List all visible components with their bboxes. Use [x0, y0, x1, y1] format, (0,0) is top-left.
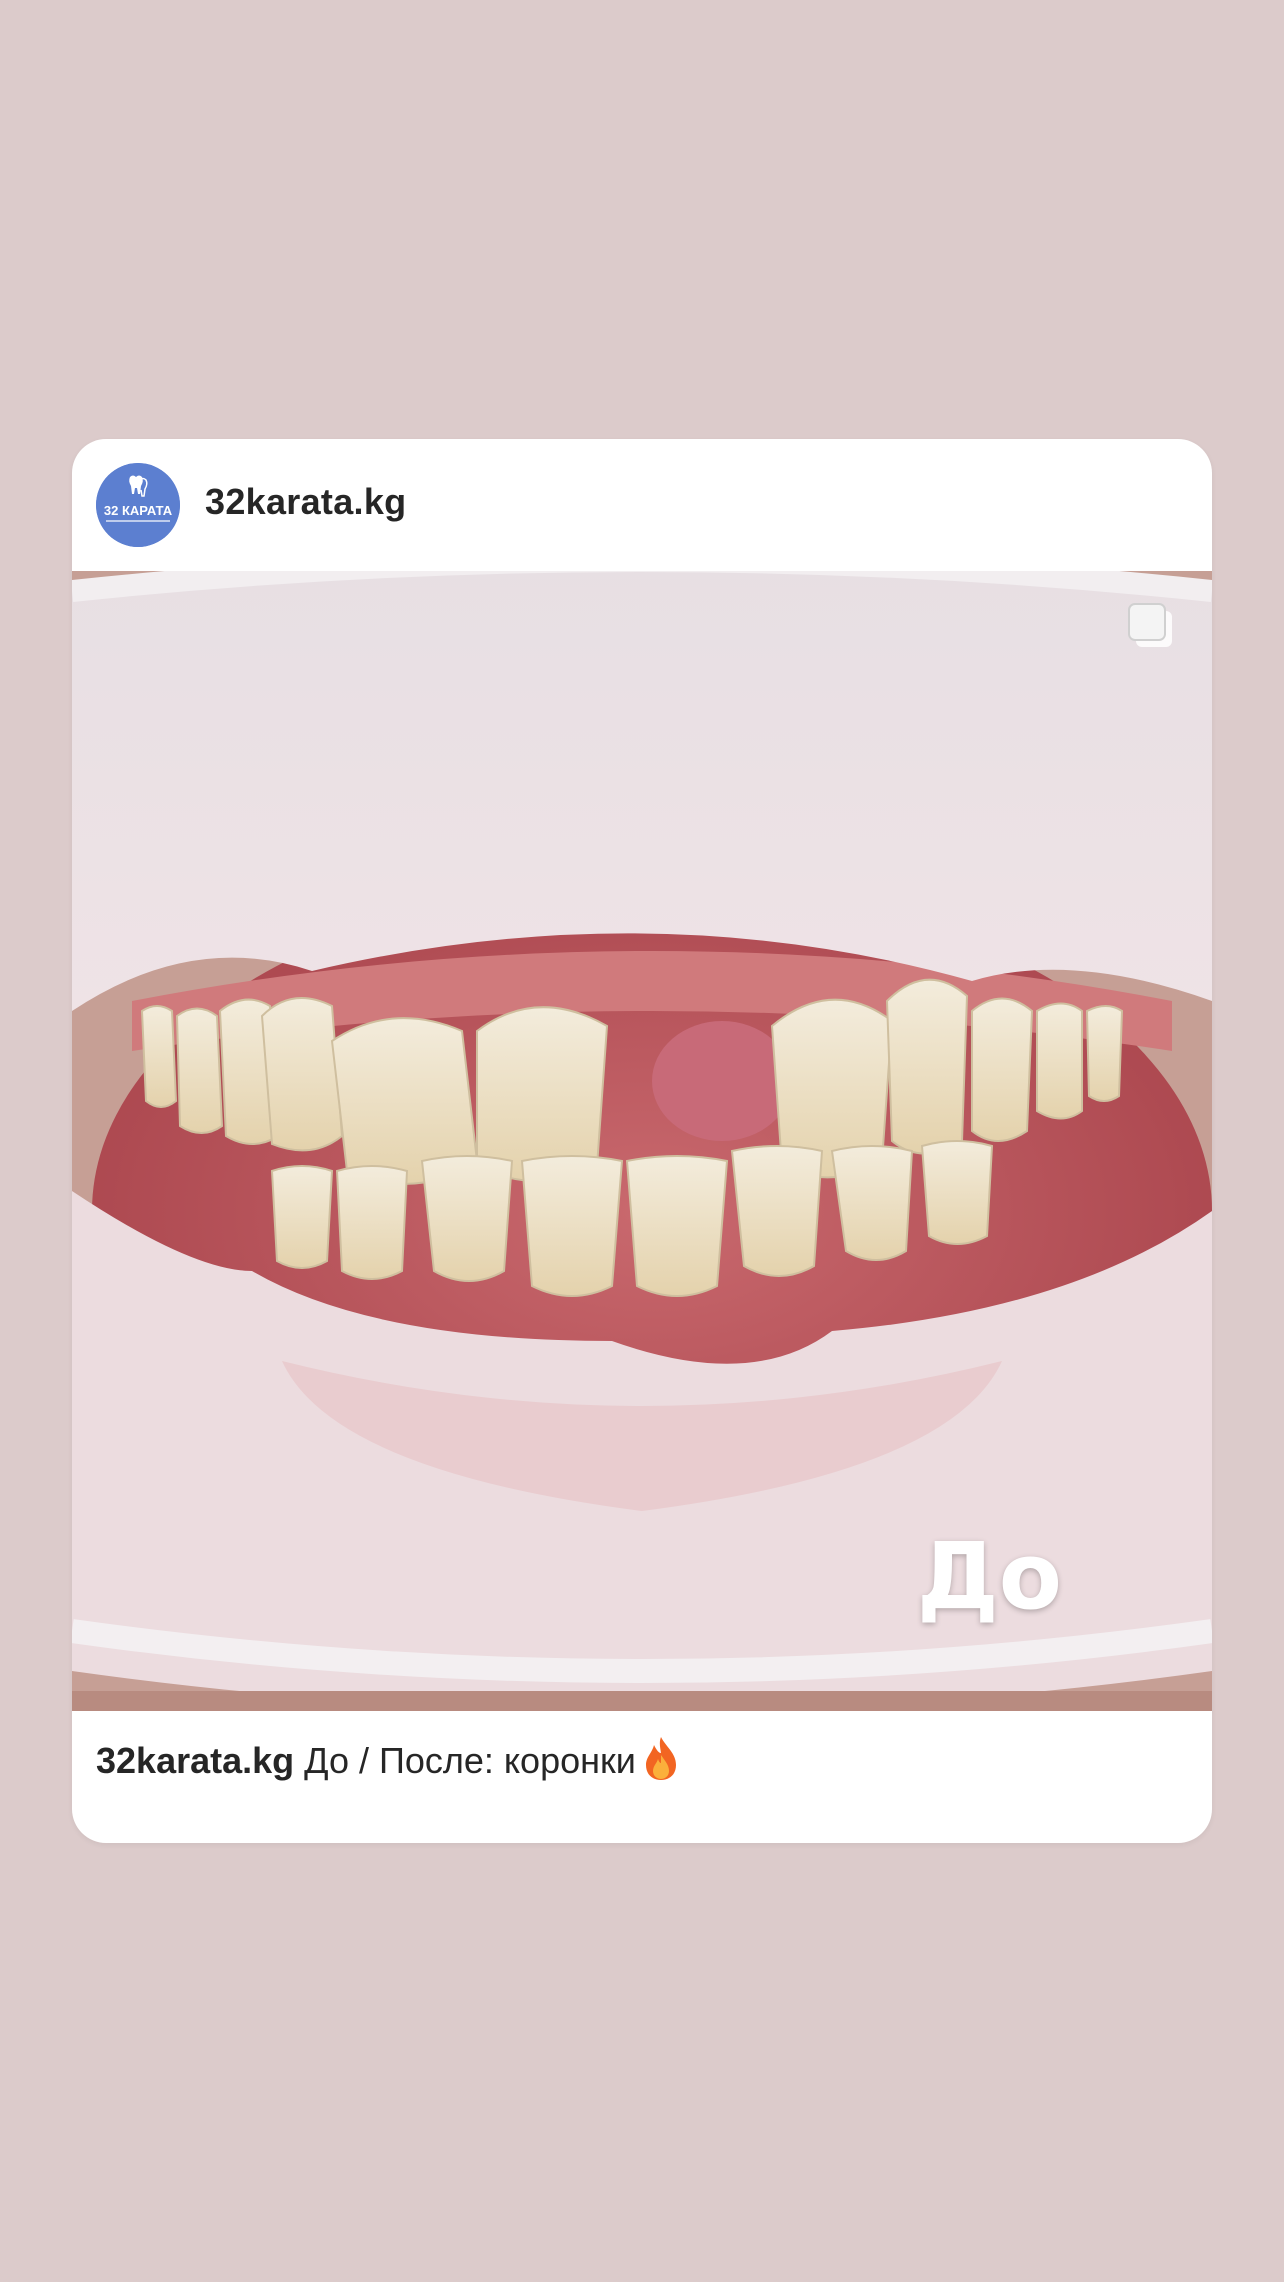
tooth-logo-icon: 32 КАРАТА: [96, 463, 180, 547]
post-card: 32 КАРАТА 32karata.kg До 32karata.kg До …: [72, 439, 1212, 1843]
caption-text: До / После: коронки: [304, 1740, 636, 1781]
post-caption: 32karata.kg До / После: коронки: [96, 1735, 1186, 1785]
caption-username[interactable]: 32karata.kg: [96, 1740, 294, 1781]
carousel-icon: [1128, 603, 1172, 647]
post-header: 32 КАРАТА 32karata.kg: [72, 439, 1212, 571]
image-overlay-label: До: [916, 1523, 1062, 1630]
avatar-text: 32 КАРАТА: [104, 503, 173, 518]
flame-icon: [645, 1737, 676, 1780]
avatar[interactable]: 32 КАРАТА: [96, 463, 180, 547]
post-username[interactable]: 32karata.kg: [205, 481, 406, 523]
post-image[interactable]: До: [72, 571, 1212, 1711]
